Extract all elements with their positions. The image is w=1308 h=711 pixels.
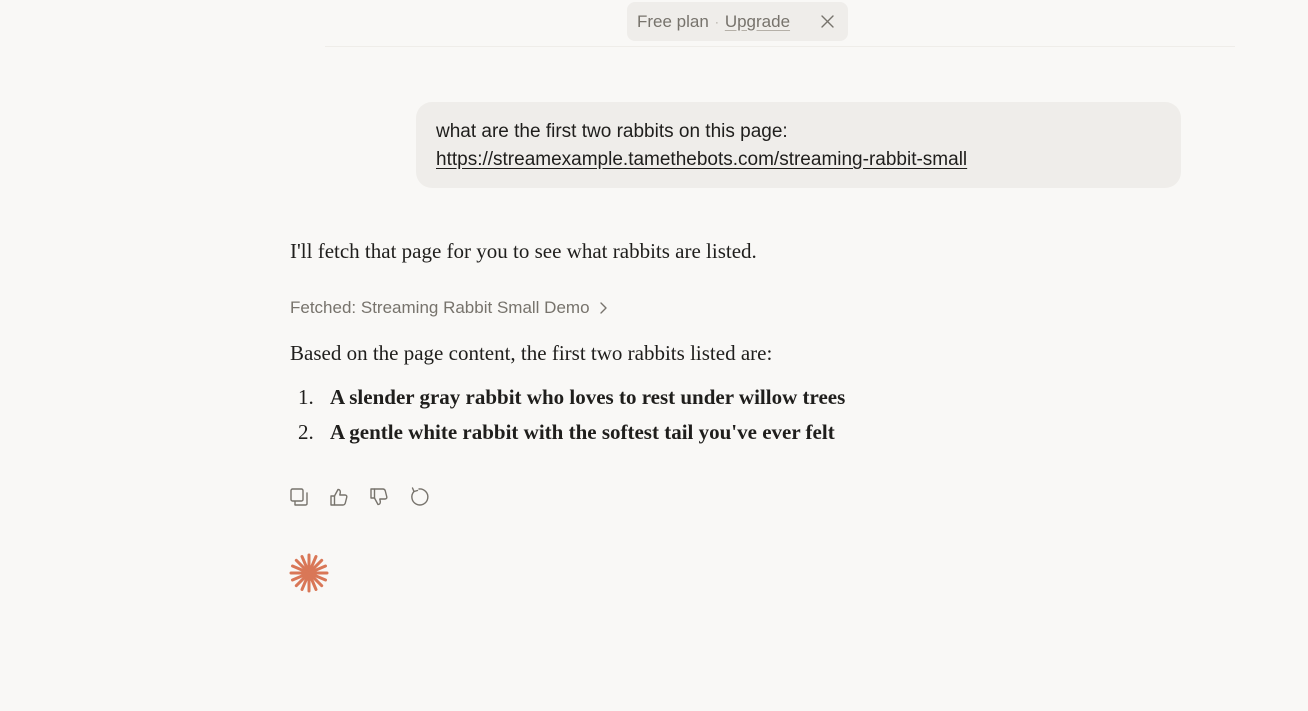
list-item-number: 1. [298,385,314,409]
list-item-number: 2. [298,420,314,444]
thumbs-up-icon [330,488,348,506]
upgrade-link[interactable]: Upgrade [725,12,790,32]
retry-icon [411,487,429,506]
message-actions [288,484,448,510]
claude-spark-icon [289,553,329,593]
thumbs-down-icon [370,488,388,506]
list-item-text: A slender gray rabbit who loves to rest … [330,385,846,409]
close-icon [821,15,834,28]
list-item-text: A gentle white rabbit with the softest t… [330,420,835,444]
close-banner-button[interactable] [819,13,836,30]
fetched-label: Fetched: Streaming Rabbit Small Demo [290,298,590,317]
plan-banner: Free plan · Upgrade [627,2,848,41]
copy-button[interactable] [288,484,328,510]
user-message-bubble: what are the first two rabbits on this p… [416,102,1181,188]
header-divider [325,46,1235,47]
copy-icon [290,488,308,506]
assistant-intro: I'll fetch that page for you to see what… [290,239,757,263]
chat-page: Free plan · Upgrade what are the first t… [0,0,1308,711]
assistant-summary: Based on the page content, the first two… [290,341,773,365]
fetched-tool-result[interactable]: Fetched: Streaming Rabbit Small Demo [290,298,608,318]
user-message-link[interactable]: https://streamexample.tamethebots.com/st… [436,146,1161,174]
chevron-right-icon [599,302,607,314]
thumbs-up-button[interactable] [328,484,368,510]
plan-label: Free plan [637,11,709,31]
retry-button[interactable] [408,484,448,510]
banner-separator: · [714,14,719,29]
user-message-text: what are the first two rabbits on this p… [436,121,788,142]
thumbs-down-button[interactable] [368,484,408,510]
